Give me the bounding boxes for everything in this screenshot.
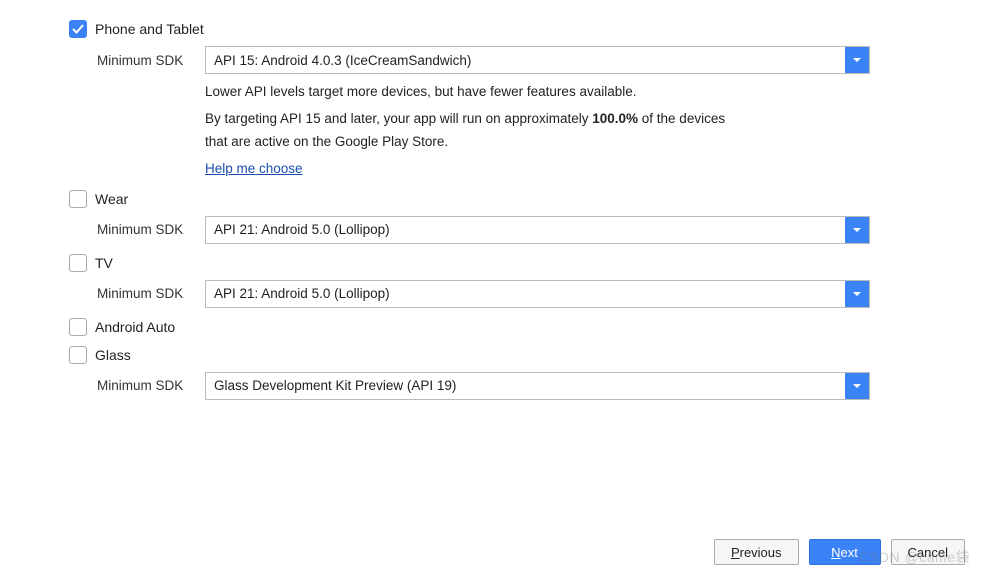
phone-tablet-sdk-select[interactable]: API 15: Android 4.0.3 (IceCreamSandwich) — [205, 46, 870, 74]
glass-sdk-value: Glass Development Kit Preview (API 19) — [206, 373, 845, 399]
previous-button[interactable]: Previous — [714, 539, 799, 565]
wear-sdk-value: API 21: Android 5.0 (Lollipop) — [206, 217, 845, 243]
tv-sdk-value: API 21: Android 5.0 (Lollipop) — [206, 281, 845, 307]
wear-sdk-select[interactable]: API 21: Android 5.0 (Lollipop) — [205, 216, 870, 244]
phone-tablet-hint: Lower API levels target more devices, bu… — [205, 82, 865, 180]
tv-sdk-label: Minimum SDK — [97, 286, 195, 301]
tv-label: TV — [95, 255, 113, 271]
hint-line-2: By targeting API 15 and later, your app … — [205, 109, 865, 130]
wizard-button-bar: Previous Next Cancel — [714, 539, 965, 565]
tv-checkbox[interactable] — [69, 254, 87, 272]
wear-checkbox[interactable] — [69, 190, 87, 208]
glass-sdk-label: Minimum SDK — [97, 378, 195, 393]
tv-sdk-select[interactable]: API 21: Android 5.0 (Lollipop) — [205, 280, 870, 308]
phone-tablet-label: Phone and Tablet — [95, 21, 204, 37]
dropdown-arrow-icon — [845, 373, 869, 399]
next-button[interactable]: Next — [809, 539, 881, 565]
help-me-choose-link[interactable]: Help me choose — [205, 161, 303, 176]
wear-label: Wear — [95, 191, 128, 207]
dropdown-arrow-icon — [845, 281, 869, 307]
glass-checkbox[interactable] — [69, 346, 87, 364]
phone-tablet-sdk-label: Minimum SDK — [97, 53, 195, 68]
dropdown-arrow-icon — [845, 47, 869, 73]
phone-tablet-sdk-value: API 15: Android 4.0.3 (IceCreamSandwich) — [206, 47, 845, 73]
android-auto-label: Android Auto — [95, 319, 175, 335]
wear-sdk-label: Minimum SDK — [97, 222, 195, 237]
phone-tablet-checkbox[interactable] — [69, 20, 87, 38]
hint-line-3: that are active on the Google Play Store… — [205, 132, 865, 153]
checkmark-icon — [72, 23, 84, 35]
hint-line-1: Lower API levels target more devices, bu… — [205, 82, 865, 103]
android-auto-checkbox[interactable] — [69, 318, 87, 336]
glass-label: Glass — [95, 347, 131, 363]
cancel-button[interactable]: Cancel — [891, 539, 965, 565]
dropdown-arrow-icon — [845, 217, 869, 243]
glass-sdk-select[interactable]: Glass Development Kit Preview (API 19) — [205, 372, 870, 400]
